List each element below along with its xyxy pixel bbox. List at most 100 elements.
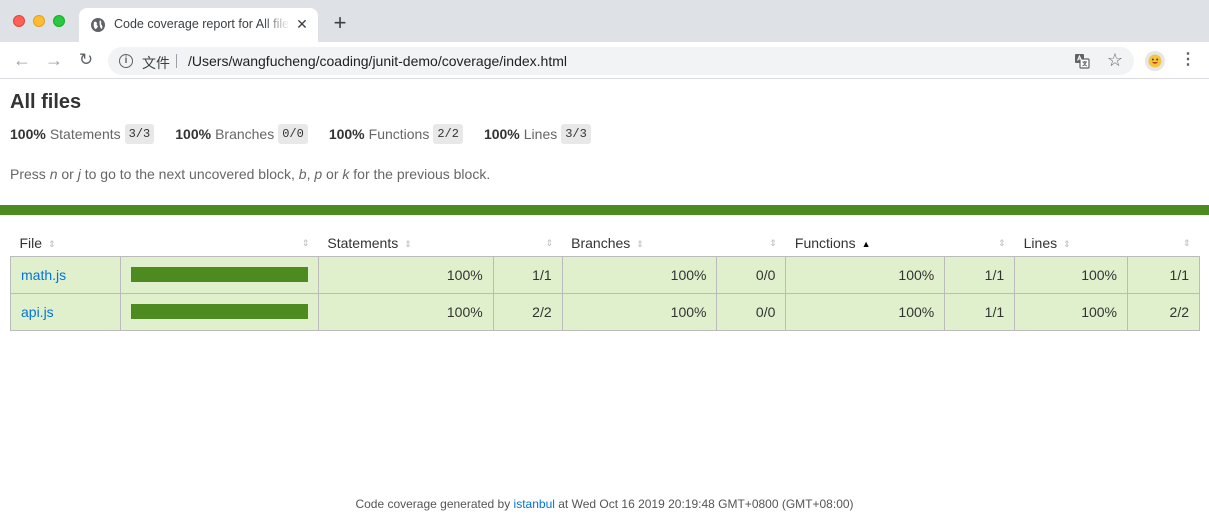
header-branches-count[interactable]: ⇕ <box>717 230 786 256</box>
functions-pct: 100% <box>785 292 946 331</box>
summary-pct: 100% <box>175 126 212 142</box>
hint-text: to go to the next uncovered block, <box>80 166 299 182</box>
lines-pct: 100% <box>1014 255 1129 294</box>
sort-icon: ⇕ <box>301 238 310 248</box>
header-file[interactable]: File ⇕ <box>11 230 121 256</box>
window-maximize-button[interactable] <box>53 15 65 27</box>
page-footer: Code coverage generated by istanbul at W… <box>0 497 1209 511</box>
hint-key: b <box>298 166 307 182</box>
translate-icon[interactable] <box>1074 53 1090 69</box>
browser-toolbar: ← → ↻ i 文件 /Users/wangfucheng/coading/ju… <box>0 42 1209 79</box>
summary-label: Statements <box>49 126 121 142</box>
hint-text: for the previous block. <box>349 166 491 182</box>
hint-text: Press <box>10 166 50 182</box>
branches-count: 0/0 <box>716 255 787 294</box>
header-file-bar[interactable]: ⇕ <box>120 230 318 256</box>
coverage-summary: 100% Statements 3/3 100% Branches 0/0 10… <box>10 123 612 145</box>
statements-pct: 100% <box>317 292 494 331</box>
new-tab-button[interactable]: + <box>330 12 350 34</box>
header-label: Lines <box>1023 234 1058 251</box>
summary-label: Branches <box>215 126 275 142</box>
header-functions[interactable]: Functions ▲ <box>786 230 945 256</box>
summary-label: Functions <box>368 126 430 142</box>
summary-fraction: 2/2 <box>433 124 463 144</box>
file-cell: api.js <box>10 292 121 331</box>
header-branches[interactable]: Branches ⇕ <box>562 230 717 256</box>
istanbul-link[interactable]: istanbul <box>514 497 555 511</box>
sort-icon: ⇕ <box>636 238 644 249</box>
functions-count: 1/1 <box>944 255 1016 294</box>
coverage-bar <box>130 304 308 319</box>
summary-label: Lines <box>523 126 558 142</box>
keyboard-hint: Press n or j to go to the next uncovered… <box>10 166 490 182</box>
info-icon[interactable]: i <box>119 54 133 68</box>
lines-count: 2/2 <box>1127 292 1200 331</box>
table-row: math.js 100% 1/1 100% 0/0 100% 1/1 100% … <box>10 255 1200 294</box>
forward-button[interactable]: → <box>44 50 64 70</box>
page-title: All files <box>10 91 82 113</box>
url-text[interactable]: /Users/wangfucheng/coading/junit-demo/co… <box>188 53 567 69</box>
coverage-table: File ⇕ ⇕ Statements ⇕ ⇕ Branches ⇕ ⇕ Functi… <box>10 230 1200 331</box>
coverage-bar-cell <box>119 255 319 294</box>
address-bar[interactable]: i 文件 /Users/wangfucheng/coading/junit-de… <box>108 47 1134 75</box>
reload-button[interactable]: ↻ <box>76 50 96 70</box>
header-statements-count[interactable]: ⇕ <box>493 230 562 256</box>
file-link[interactable]: math.js <box>21 267 66 283</box>
profile-avatar-icon[interactable] <box>1145 51 1165 71</box>
branches-count: 0/0 <box>716 292 787 331</box>
branches-pct: 100% <box>561 292 718 331</box>
table-row: api.js 100% 2/2 100% 0/0 100% 1/1 100% 2… <box>10 292 1200 331</box>
summary-fraction: 3/3 <box>561 124 591 144</box>
tab-close-icon[interactable]: ✕ <box>294 16 310 32</box>
file-cell: math.js <box>10 255 121 294</box>
header-label: Branches <box>571 234 631 251</box>
statements-count: 2/2 <box>492 292 563 331</box>
sort-icon: ⇕ <box>769 238 777 248</box>
globe-icon <box>91 18 105 32</box>
summary-branches: 100% Branches 0/0 <box>175 124 308 144</box>
summary-pct: 100% <box>10 126 46 142</box>
functions-pct: 100% <box>785 255 946 294</box>
summary-fraction: 0/0 <box>278 124 308 144</box>
header-label: File <box>19 234 43 251</box>
hint-text: or <box>322 166 343 182</box>
functions-count: 1/1 <box>944 292 1016 331</box>
summary-pct: 100% <box>483 126 520 142</box>
footer-suffix: at Wed Oct 16 2019 20:19:48 GMT+0800 (GM… <box>554 497 854 511</box>
sort-icon: ⇕ <box>545 238 554 248</box>
header-lines[interactable]: Lines ⇕ <box>1015 230 1128 256</box>
sort-icon: ⇕ <box>48 238 56 249</box>
lines-count: 1/1 <box>1127 255 1200 294</box>
hint-text: or <box>57 166 78 182</box>
coverage-bar-cell <box>119 292 319 331</box>
sort-icon: ⇕ <box>1182 238 1191 248</box>
header-functions-count[interactable]: ⇕ <box>945 230 1015 256</box>
coverage-bar-fill <box>130 304 308 319</box>
tab-title: Code coverage report for All files <box>114 17 290 31</box>
sort-ascending-icon: ▲ <box>861 238 871 249</box>
statements-pct: 100% <box>317 255 494 294</box>
header-statements[interactable]: Statements ⇕ <box>318 230 493 256</box>
bookmark-star-icon[interactable]: ☆ <box>1105 50 1125 70</box>
table-header-row: File ⇕ ⇕ Statements ⇕ ⇕ Branches ⇕ ⇕ Functi… <box>11 230 1200 256</box>
header-lines-count[interactable]: ⇕ <box>1128 230 1200 256</box>
sort-icon: ⇕ <box>998 238 1006 248</box>
browser-tab[interactable]: Code coverage report for All files ✕ <box>79 8 318 42</box>
summary-fraction: 3/3 <box>124 124 155 144</box>
browser-menu-icon[interactable]: ⋮ <box>1178 50 1198 70</box>
sort-icon: ⇕ <box>404 238 412 249</box>
coverage-status-line <box>0 205 1209 215</box>
window-close-button[interactable] <box>13 15 25 27</box>
scheme-label: 文件 <box>142 55 170 71</box>
file-link[interactable]: api.js <box>21 304 54 320</box>
tab-bar: Code coverage report for All files ✕ + <box>0 0 1209 42</box>
summary-statements: 100% Statements 3/3 <box>10 124 155 144</box>
omnibox-divider <box>176 54 177 68</box>
header-label: Statements <box>327 234 399 251</box>
coverage-page: All files 100% Statements 3/3 100% Branc… <box>0 80 1209 526</box>
window-minimize-button[interactable] <box>33 15 45 27</box>
back-button[interactable]: ← <box>12 50 32 70</box>
summary-lines: 100% Lines 3/3 <box>484 124 591 144</box>
summary-functions: 100% Functions 2/2 <box>329 124 463 144</box>
summary-pct: 100% <box>328 126 365 142</box>
